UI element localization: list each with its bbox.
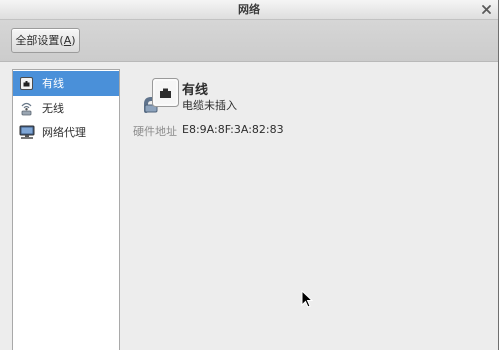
toolbar: 全部设置(A) (0, 20, 498, 62)
all-settings-label: 全部设置( (15, 34, 64, 47)
sidebar-item-wired[interactable]: 有线 (13, 71, 119, 96)
all-settings-button[interactable]: 全部设置(A) (11, 28, 80, 53)
close-button[interactable] (480, 3, 493, 16)
network-proxy-icon (19, 125, 35, 140)
title-bar[interactable]: 网络 (0, 0, 498, 20)
sidebar-item-network-proxy[interactable]: 网络代理 (13, 120, 119, 145)
sidebar-item-label: 有线 (42, 77, 64, 90)
mouse-pointer-icon (301, 290, 313, 308)
sidebar-item-label: 网络代理 (42, 126, 86, 139)
wired-network-icon (143, 77, 181, 113)
network-settings-window: 网络 全部设置(A) 有线 无线 网络代理 有线 电缆未插入 硬件地址 E8:9… (0, 0, 499, 350)
network-device-list: 有线 无线 网络代理 (12, 69, 120, 350)
connection-status: 电缆未插入 (182, 99, 237, 112)
close-icon (482, 5, 491, 14)
hardware-address-value: E8:9A:8F:3A:82:83 (182, 123, 284, 136)
window-title: 网络 (238, 3, 260, 16)
sidebar-item-label: 无线 (42, 102, 64, 115)
sidebar-item-wireless[interactable]: 无线 (13, 96, 119, 121)
wired-network-icon (19, 76, 35, 91)
wireless-network-icon (19, 101, 35, 116)
device-title: 有线 (182, 83, 209, 98)
hardware-address-label: 硬件地址 (133, 125, 177, 138)
all-settings-label-suffix: ) (71, 34, 76, 47)
